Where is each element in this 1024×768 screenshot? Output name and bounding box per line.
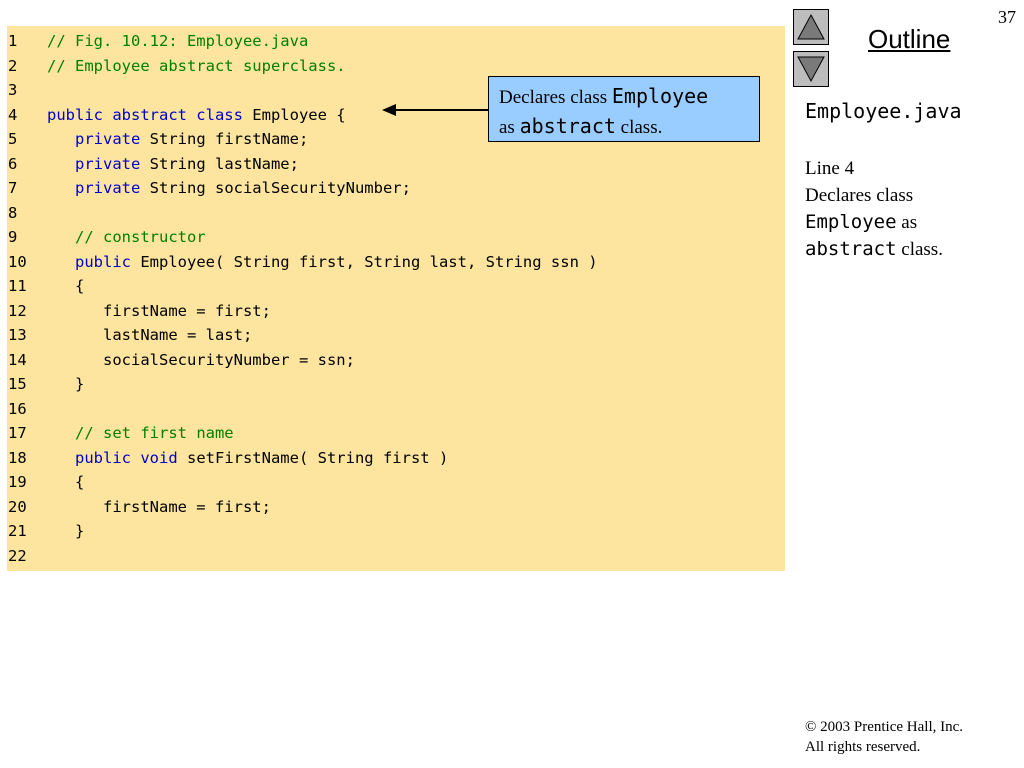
code-keyword: public abstract class [47,105,243,124]
copyright-text: © 2003 Prentice Hall, Inc. [805,719,964,735]
callout-code: abstract [519,114,616,138]
line-number: 20 [8,497,27,516]
code-line: 1 // Fig. 10.12: Employee.java [7,29,308,53]
line-number: 2 [8,56,18,75]
code-line: 20 firstName = first; [7,495,271,519]
code-line: 19 { [7,470,84,494]
page-number: 37 [998,7,1016,27]
line-number: 9 [8,228,18,246]
side-desc-text: as [896,212,918,233]
code-comment: // Employee abstract superclass. [47,56,346,75]
code-line: 7 private String socialSecurityNumber; [7,176,411,200]
line-number: 17 [8,424,27,442]
callout-text: class. [615,117,663,138]
code-text: Employee( String first, String last, Str… [131,252,598,271]
code-line: 22 [7,544,47,568]
code-line: 11 { [7,274,84,298]
callout-text: as [499,117,520,138]
previous-slide-button[interactable] [793,9,829,45]
line-number: 22 [8,546,27,565]
line-number: 8 [8,203,18,222]
line-number: 13 [8,326,27,344]
triangle-up-icon [797,13,825,40]
callout-code: Employee [611,84,709,108]
code-line: 18 public void setFirstName( String firs… [7,446,448,470]
code-line: 13 lastName = last; [7,323,252,347]
code-text: String firstName; [140,130,309,148]
line-number: 3 [8,81,18,99]
code-line: 15 } [7,372,84,396]
code-text: lastName = last; [47,326,253,344]
callout-text: Declares class [499,87,612,108]
code-line: 14 socialSecurityNumber = ssn; [7,348,355,372]
code-text: Employee { [242,105,346,124]
code-text: firstName = first; [47,301,271,320]
rights-text: All rights reserved. [805,739,921,755]
side-file-name: Employee.java [805,99,962,123]
callout-box: Declares class Employee as abstract clas… [488,76,760,142]
code-keyword: private [75,130,141,148]
line-number: 7 [8,179,18,197]
code-text: firstName = first; [47,497,271,516]
code-line: 21 } [7,519,84,543]
side-desc-text: class. [896,239,943,260]
code-comment: // constructor [75,228,206,246]
code-keyword: private [75,154,141,173]
code-text: String lastName; [140,154,299,173]
code-comment: // Fig. 10.12: Employee.java [47,32,309,50]
line-number: 19 [8,473,27,491]
outline-link[interactable]: Outline [868,24,950,55]
code-line: 4 public abstract class Employee { [7,103,346,127]
next-slide-button[interactable] [793,51,829,87]
line-number: 10 [8,252,27,271]
code-text: String socialSecurityNumber; [140,179,411,197]
line-number: 16 [8,399,27,418]
triangle-down-icon [797,56,825,83]
line-number: 18 [8,448,27,467]
code-text: socialSecurityNumber = ssn; [47,350,355,369]
code-text: } [47,375,85,393]
code-line: 10 public Employee( String first, String… [7,250,598,274]
side-desc-text: Declares class [805,185,914,206]
line-number: 12 [8,301,27,320]
footer: © 2003 Prentice Hall, Inc. All rights re… [805,717,963,757]
line-number: 5 [8,130,18,148]
code-line: 6 private String lastName; [7,152,299,176]
code-keyword: public void [75,448,178,467]
line-number: 1 [8,32,18,50]
line-reference: Line 4 [805,158,855,179]
code-keyword: private [75,179,141,197]
line-number: 15 [8,375,27,393]
code-keyword: public [75,252,131,271]
side-desc-code: Employee [805,211,897,233]
code-line: 2 // Employee abstract superclass. [7,54,346,78]
line-number: 11 [8,277,27,295]
code-line: 5 private String firstName; [7,127,308,151]
callout-arrow [382,104,490,116]
side-description: Line 4 Declares class Employee as abstra… [805,155,1015,263]
code-line: 9 // constructor [7,225,206,249]
code-text: } [47,522,85,540]
code-line: 8 [7,201,47,225]
code-comment: // set first name [75,424,234,442]
line-number: 21 [8,522,27,540]
code-line: 17 // set first name [7,421,234,445]
line-number: 14 [8,350,27,369]
code-text: setFirstName( String first ) [177,448,449,467]
code-line: 16 [7,397,47,421]
line-number: 6 [8,154,18,173]
code-line: 12 firstName = first; [7,299,271,323]
code-text: { [47,277,85,295]
code-text: { [47,473,85,491]
code-line: 3 [7,78,47,102]
line-number: 4 [8,105,18,124]
side-desc-code: abstract [805,238,897,260]
